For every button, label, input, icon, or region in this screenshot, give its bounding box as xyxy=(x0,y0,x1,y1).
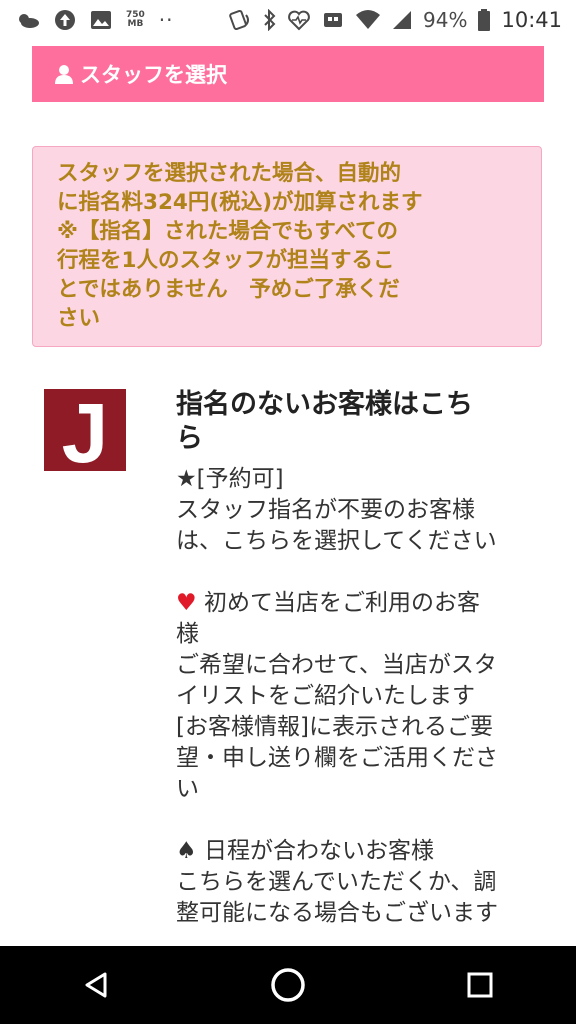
desc-line: ご希望に合わせて、当店がスタ xyxy=(176,652,497,678)
image-icon xyxy=(90,10,112,30)
home-icon[interactable] xyxy=(258,955,318,1015)
heart-icon: ♥ xyxy=(176,590,197,616)
status-right: 94% 10:41 xyxy=(229,0,562,40)
desc-line: 様 xyxy=(176,621,199,647)
back-icon[interactable] xyxy=(66,955,126,1015)
nfc-icon xyxy=(229,9,253,31)
heart-rate-icon xyxy=(287,9,311,31)
staff-name-line: ら xyxy=(176,423,203,454)
desc-text: 日程が合わないお客様 xyxy=(204,838,434,864)
status-bar: 750 MB ·· 94% 10:41 xyxy=(0,0,576,40)
desc-text: 初めて当店をご利用のお客 xyxy=(204,590,480,616)
desc-line: スタッフ指名が不要のお客様 xyxy=(176,497,475,523)
desc-line: ★[予約可] xyxy=(176,466,284,492)
more-notifications-icon: ·· xyxy=(158,8,174,32)
desc-line-heart: ♥ 初めて当店をご利用のお客 xyxy=(176,588,536,619)
desc-line: こちらを選んでいただくか、調 xyxy=(176,869,497,895)
notice-line: に指名料324円(税込)が加算されます xyxy=(57,190,423,215)
notice-line: 行程を1人のスタッフが担当するこ xyxy=(57,248,395,273)
desc-line: 望・申し送り欄をご活用くださ xyxy=(176,745,498,771)
desc-line: イリストをご紹介いたします xyxy=(176,683,475,709)
signal-icon xyxy=(391,9,413,31)
section-header: スタッフを選択 xyxy=(32,46,544,102)
data-usage-indicator: 750 MB xyxy=(126,10,145,29)
recents-icon[interactable] xyxy=(450,955,510,1015)
weather-icon xyxy=(16,10,40,30)
desc-line: 整可能になる場合もございます xyxy=(176,900,498,926)
vibrate-icon xyxy=(321,9,345,31)
status-left: 750 MB ·· xyxy=(16,0,174,40)
notice-line: さい xyxy=(57,306,101,331)
upload-icon xyxy=(54,9,76,31)
notice-line: ※【指名】された場合でもすべての xyxy=(57,219,399,244)
clock: 10:41 xyxy=(501,8,562,32)
section-title: スタッフを選択 xyxy=(80,63,227,87)
staff-name-line: 指名のないお客様はこち xyxy=(176,389,473,420)
battery-percent: 94% xyxy=(423,8,468,32)
notice-line: スタッフを選択された場合、自動的 xyxy=(57,161,402,186)
staff-option-no-nomination[interactable]: 指名のないお客様はこち ら ★[予約可] スタッフ指名が不要のお客様 は、こちら… xyxy=(176,388,536,929)
desc-line: [お客様情報]に表示されるご要 xyxy=(176,714,493,740)
battery-icon xyxy=(477,8,491,32)
logo-letter: J xyxy=(61,389,109,471)
notice-line: とではありません 予めご了承くだ xyxy=(57,277,400,302)
desc-line: は、こちらを選択してください xyxy=(176,528,497,554)
person-icon xyxy=(54,64,74,84)
staff-name[interactable]: 指名のないお客様はこち ら xyxy=(176,388,536,456)
system-nav-bar xyxy=(0,946,576,1024)
wifi-icon xyxy=(355,9,381,31)
bluetooth-icon xyxy=(263,9,277,31)
nomination-fee-notice: スタッフを選択された場合、自動的 に指名料324円(税込)が加算されます ※【指… xyxy=(32,146,542,347)
desc-line-spade: ♠ 日程が合わないお客様 xyxy=(176,836,536,867)
staff-description: ★[予約可] スタッフ指名が不要のお客様 は、こちらを選択してください ♥ 初めて… xyxy=(176,464,536,929)
spade-icon: ♠ xyxy=(176,838,197,864)
desc-line: い xyxy=(176,776,199,802)
staff-logo[interactable]: J xyxy=(44,389,126,471)
